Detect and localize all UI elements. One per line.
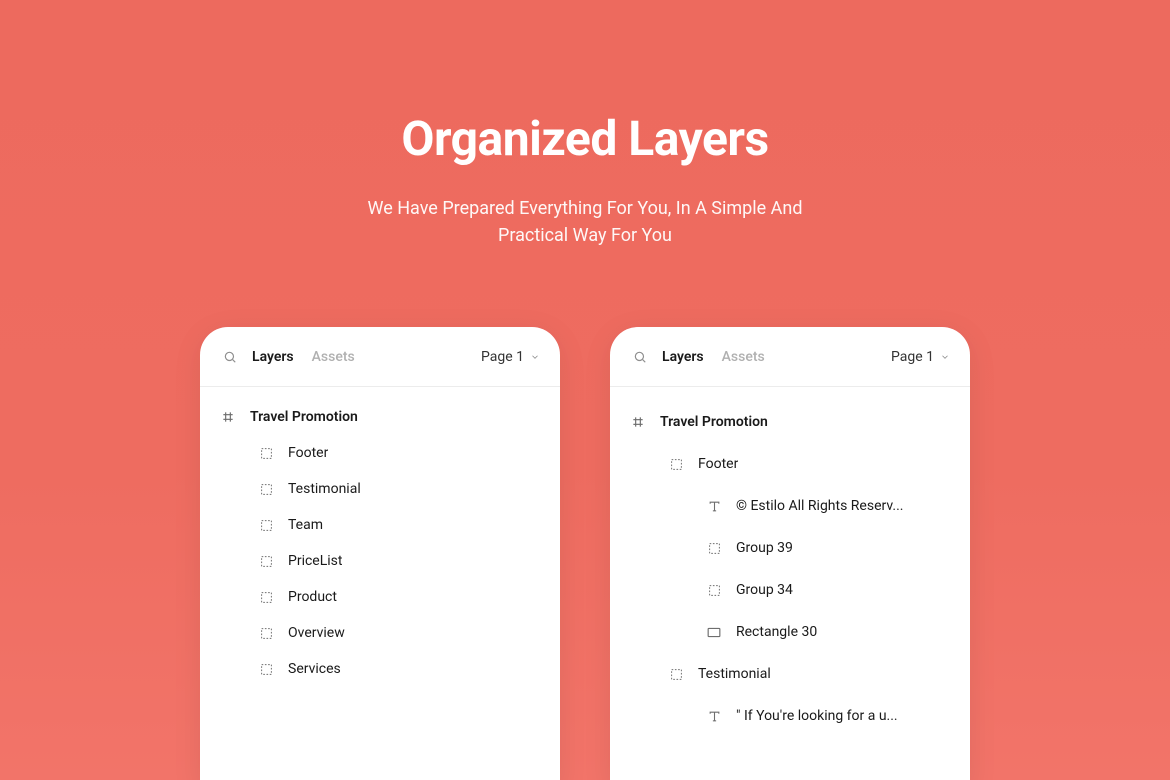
group-icon (258, 589, 274, 605)
hero-title: Organized Layers (0, 110, 1170, 167)
hero-subtitle: We Have Prepared Everything For You, In … (0, 195, 1170, 249)
layer-row[interactable]: Testimonial (200, 471, 560, 507)
group-icon (706, 540, 722, 556)
layer-label: Footer (698, 456, 738, 472)
layer-label: PriceList (288, 553, 342, 569)
group-icon (258, 553, 274, 569)
hero: Organized Layers We Have Prepared Everyt… (0, 0, 1170, 249)
group-icon (706, 582, 722, 598)
tab-assets[interactable]: Assets (312, 349, 355, 365)
layer-row[interactable]: Group 39 (610, 527, 970, 569)
layer-label: Product (288, 589, 337, 605)
layer-row[interactable]: Overview (200, 615, 560, 651)
layer-row[interactable]: Footer (610, 443, 970, 485)
layer-row-root[interactable]: Travel Promotion (610, 401, 970, 443)
page-selector-label: Page 1 (481, 349, 524, 365)
layer-row[interactable]: © Estilo All Rights Reserv... (610, 485, 970, 527)
layers-panel-expanded: Layers Assets Page 1 Travel Promotion Fo… (610, 327, 970, 780)
layer-label: Travel Promotion (250, 409, 358, 425)
layer-label: Group 39 (736, 540, 793, 556)
group-icon (258, 625, 274, 641)
layer-label: Rectangle 30 (736, 624, 817, 640)
text-icon (706, 498, 722, 514)
tab-layers[interactable]: Layers (662, 349, 704, 365)
layer-row[interactable]: Group 34 (610, 569, 970, 611)
frame-icon (630, 414, 646, 430)
panels: Layers Assets Page 1 Travel Promotion Fo… (0, 327, 1170, 780)
layer-label: Team (288, 517, 323, 533)
layer-label: Footer (288, 445, 328, 461)
group-icon (258, 661, 274, 677)
layer-label: Testimonial (698, 666, 771, 682)
layer-row[interactable]: Services (200, 651, 560, 687)
layers-panel-collapsed: Layers Assets Page 1 Travel Promotion Fo… (200, 327, 560, 780)
panel-header: Layers Assets Page 1 (610, 327, 970, 387)
layer-label: Services (288, 661, 341, 677)
page-selector-label: Page 1 (891, 349, 934, 365)
page-selector[interactable]: Page 1 (481, 349, 540, 365)
layer-label: Travel Promotion (660, 414, 768, 430)
group-icon (258, 481, 274, 497)
layer-label: Testimonial (288, 481, 361, 497)
chevron-down-icon (940, 352, 950, 362)
tab-assets[interactable]: Assets (722, 349, 765, 365)
layer-row[interactable]: " If You're looking for a u... (610, 695, 970, 737)
text-icon (706, 708, 722, 724)
search-icon[interactable] (220, 347, 240, 367)
layer-row[interactable]: Product (200, 579, 560, 615)
layer-list: Travel Promotion Footer Testimonial Team Pr… (200, 387, 560, 707)
group-icon (668, 666, 684, 682)
layer-label: Overview (288, 625, 345, 641)
layer-row[interactable]: Footer (200, 435, 560, 471)
group-icon (258, 445, 274, 461)
page-selector[interactable]: Page 1 (891, 349, 950, 365)
layer-list: Travel Promotion Footer © Estilo All Righ… (610, 387, 970, 757)
layer-row[interactable]: Rectangle 30 (610, 611, 970, 653)
layer-label: Group 34 (736, 582, 793, 598)
layer-row[interactable]: PriceList (200, 543, 560, 579)
layer-row-root[interactable]: Travel Promotion (200, 399, 560, 435)
panel-header: Layers Assets Page 1 (200, 327, 560, 387)
rectangle-icon (706, 624, 722, 640)
layer-row[interactable]: Team (200, 507, 560, 543)
tab-layers[interactable]: Layers (252, 349, 294, 365)
layer-label: © Estilo All Rights Reserv... (736, 498, 904, 514)
layer-label: " If You're looking for a u... (736, 708, 898, 724)
search-icon[interactable] (630, 347, 650, 367)
group-icon (258, 517, 274, 533)
frame-icon (220, 409, 236, 425)
chevron-down-icon (530, 352, 540, 362)
group-icon (668, 456, 684, 472)
layer-row[interactable]: Testimonial (610, 653, 970, 695)
